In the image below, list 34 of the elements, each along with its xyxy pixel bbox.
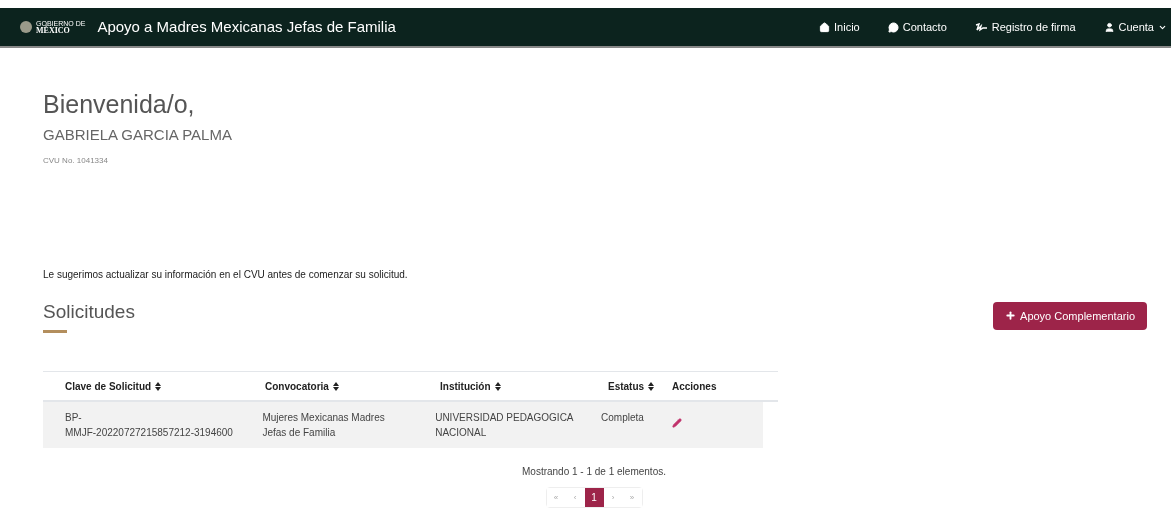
signature-icon [974,22,988,32]
column-header: Acciones [672,379,718,394]
cvu-number: CVU No. 1041334 [43,154,109,167]
nav-link[interactable]: Contacto [887,18,947,36]
notice-text: Le sugerimos actualizar su información en el CVU antes de comenzar su solicitud. [43,267,409,282]
sort-icon [494,381,501,391]
plus-icon [1005,310,1017,322]
home-icon [819,21,831,33]
add-button[interactable]: Apoyo Complementario [993,301,1147,330]
section-title: Solicitudes [43,299,135,324]
table-cell-text: Completa [601,411,645,425]
nav-link[interactable]: Cuenta [1103,18,1167,36]
table-cell-text: UNIVERSIDAD PEDAGOGICA NACIONAL [435,411,575,440]
chat-icon [887,21,899,33]
nav-link[interactable]: Inicio [819,18,860,36]
table-cell-text: BP- MMJF-20220727215857212-3194600 [64,411,234,440]
app-title[interactable]: Apoyo a Madres Mexicanas Jefas de Familia [97,15,396,39]
sort-icon [332,381,339,391]
results-summary: Mostrando 1 - 1 de 1 elementos. [522,465,666,479]
column-header[interactable]: Institución [440,378,608,394]
seal-icon [20,21,32,33]
nav-link[interactable]: Registro de firma [974,18,1076,36]
user-name: GABRIELA GARCIA PALMA [43,125,233,145]
greeting: Bienvenida/o, [43,89,196,120]
column-header[interactable]: Convocatoria [265,378,440,394]
sort-icon [648,381,655,391]
sort-icon [155,381,162,391]
column-header[interactable]: Estatus [608,378,672,394]
table-cell-text: Mujeres Mexicanas Madres Jefas de Familia [262,411,386,440]
logo-text: MÉXICO [36,26,70,35]
edit-icon[interactable] [672,418,683,428]
user-icon [1103,21,1115,33]
title-underline [43,330,67,333]
column-header[interactable]: Clave de Solicitud [43,378,265,394]
